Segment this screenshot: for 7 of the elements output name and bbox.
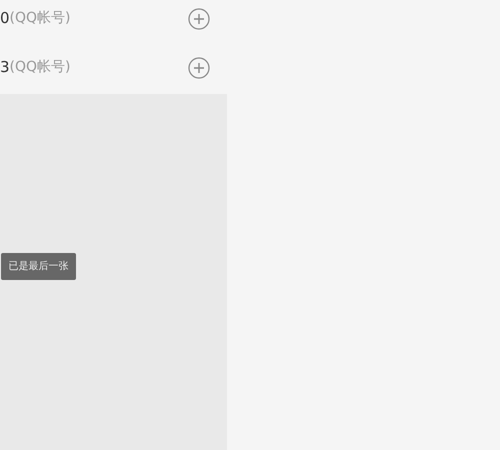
account-type: (QQ帐号) [10, 58, 72, 77]
add-icon[interactable] [188, 56, 210, 78]
account-number: 3 [0, 57, 10, 78]
toast-message: 已是最后一张 [1, 253, 76, 280]
account-type: (QQ帐号) [10, 9, 72, 28]
add-icon[interactable] [188, 8, 210, 30]
account-number: 0 [0, 8, 10, 30]
